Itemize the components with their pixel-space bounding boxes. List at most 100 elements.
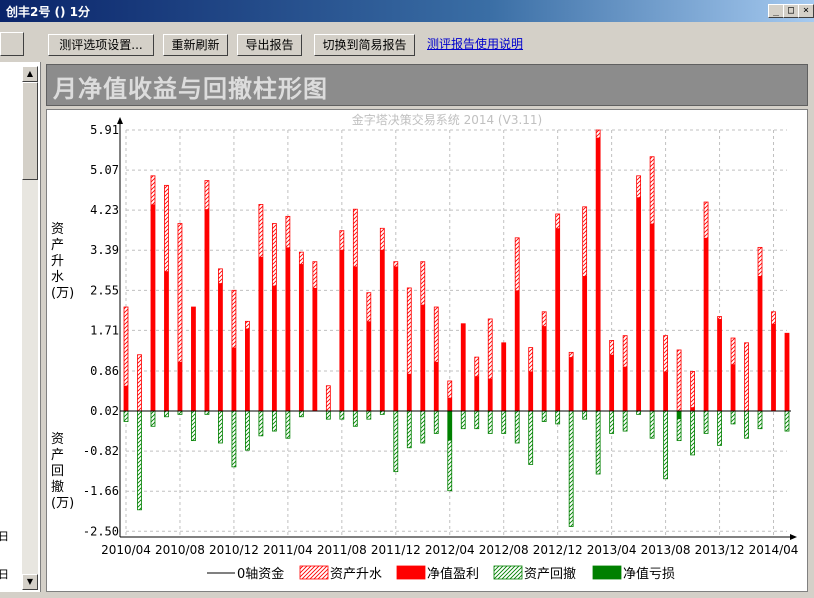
asset-drawdown-bar — [393, 410, 399, 473]
asset-drawdown-bar — [609, 410, 615, 434]
bar-chart: 金字塔决策交易系统 2014 (V3.11) 5.91 5.07 4.23 3.39 2… — [83, 112, 799, 582]
asset-drawdown-bar — [784, 410, 790, 432]
asset-drawdown-bar — [717, 410, 722, 446]
asset-drawdown-bar — [514, 410, 520, 444]
asset-drawdown-bar — [285, 410, 291, 439]
minimize-button[interactable]: _ — [768, 4, 784, 18]
asset-drawdown-bar — [744, 410, 749, 439]
net-profit-bar — [542, 326, 547, 412]
x-tick-label: 2012/08 — [479, 543, 529, 557]
net-profit-bar — [555, 228, 560, 412]
left-list-item: 日 — [0, 568, 9, 581]
net-profit-bar — [353, 266, 358, 412]
scroll-up-arrow-icon[interactable]: ▲ — [22, 66, 38, 82]
net-profit-bar — [474, 376, 479, 412]
asset-drawdown-bar — [325, 410, 331, 420]
refresh-button[interactable]: 重新刷新 — [163, 34, 228, 56]
asset-drawdown-bar — [487, 410, 493, 434]
net-profit-bar — [596, 137, 601, 412]
export-report-button[interactable]: 导出报告 — [237, 34, 302, 56]
options-button[interactable]: 测评选项设置... — [48, 34, 154, 56]
net-profit-bar — [488, 378, 493, 412]
asset-drawdown-bar — [460, 410, 466, 430]
switch-simple-report-button[interactable]: 切换到简易报告 — [314, 34, 415, 56]
net-profit-bar — [150, 204, 155, 412]
asset-drawdown-bar — [245, 410, 250, 451]
y-tick-label: 3.39 — [90, 243, 119, 257]
asset-drawdown-bar — [204, 410, 210, 415]
asset-drawdown-bar — [649, 410, 655, 439]
asset-drawdown-bar — [123, 410, 129, 422]
asset-up-bar — [690, 371, 695, 412]
asset-drawdown-bar — [636, 410, 642, 415]
legend-swatch — [299, 565, 329, 580]
net-profit-bar — [299, 264, 304, 412]
asset-drawdown-bar — [730, 410, 736, 425]
net-profit-bar — [704, 237, 709, 412]
asset-drawdown-bar — [501, 410, 507, 434]
chart-area: 资产升水(万) 资产回撤(万) 金字塔决策交易系统 2014 (V3.11) 5… — [46, 109, 808, 592]
net-profit-bar — [501, 342, 506, 412]
close-button[interactable]: × — [798, 4, 814, 18]
window-title: 创丰2号 () 1分 — [6, 5, 91, 19]
net-profit-bar — [461, 323, 466, 412]
legend-label: 净值亏损 — [623, 566, 675, 582]
net-profit-bar — [731, 364, 736, 412]
asset-drawdown-bar — [582, 410, 588, 420]
net-profit-bar — [204, 209, 209, 412]
asset-drawdown-bar — [218, 410, 223, 444]
left-list-item: 日 — [0, 530, 9, 543]
y-axis-arrow-icon — [117, 117, 123, 124]
net-profit-bar — [650, 223, 655, 412]
net-profit-bar — [164, 271, 169, 412]
asset-drawdown-bar — [406, 410, 412, 449]
asset-drawdown-bar — [379, 410, 385, 415]
asset-drawdown-bar — [568, 410, 574, 527]
asset-drawdown-bar — [420, 410, 426, 444]
scroll-down-arrow-icon[interactable]: ▼ — [22, 574, 38, 590]
net-profit-bar — [366, 321, 371, 412]
net-profit-bar — [312, 287, 317, 412]
net-profit-bar — [771, 323, 776, 412]
chart-watermark: 金字塔决策交易系统 2014 (V3.11) — [352, 112, 542, 127]
title-bar: 创丰2号 () 1分 _ □ × — [0, 0, 814, 22]
net-profit-bar — [447, 397, 452, 412]
maximize-button[interactable]: □ — [783, 4, 799, 18]
scroll-thumb[interactable] — [22, 82, 38, 180]
net-profit-bar — [339, 249, 344, 412]
asset-drawdown-bar — [339, 410, 345, 420]
net-profit-bar — [785, 333, 789, 412]
net-profit-bar — [717, 318, 722, 412]
asset-drawdown-bar — [352, 410, 358, 427]
asset-drawdown-bar — [231, 410, 237, 468]
asset-drawdown-bar — [258, 410, 264, 437]
asset-drawdown-bar — [366, 410, 372, 420]
net-profit-bar — [623, 366, 628, 412]
net-profit-bar — [177, 361, 182, 412]
net-profit-bar — [690, 407, 695, 412]
y-tick-label: 0.02 — [90, 404, 119, 418]
asset-drawdown-bar — [177, 410, 183, 415]
asset-drawdown-bar — [555, 410, 561, 425]
net-profit-bar — [528, 371, 533, 412]
help-link[interactable]: 测评报告使用说明 — [427, 35, 523, 52]
side-panel-button[interactable] — [0, 32, 24, 56]
vertical-scrollbar[interactable]: ▲ ▼ — [22, 66, 38, 590]
x-tick-label: 2013/08 — [641, 543, 691, 557]
net-profit-bar — [758, 276, 763, 412]
asset-drawdown-bar — [595, 410, 601, 475]
net-profit-bar — [231, 347, 236, 412]
asset-up-bar — [744, 342, 749, 412]
asset-drawdown-bar — [703, 410, 709, 434]
net-profit-bar — [515, 290, 520, 412]
asset-drawdown-bar — [474, 410, 480, 430]
y-tick-label: 5.07 — [90, 163, 119, 177]
net-profit-bar — [663, 371, 668, 412]
legend-swatch — [396, 565, 426, 580]
y-tick-label: -1.66 — [83, 484, 119, 498]
net-loss-bar — [447, 411, 452, 441]
y-tick-label: 0.86 — [90, 364, 119, 378]
asset-drawdown-bar — [191, 410, 196, 442]
net-profit-bar — [582, 276, 587, 412]
asset-up-bar — [676, 349, 682, 412]
